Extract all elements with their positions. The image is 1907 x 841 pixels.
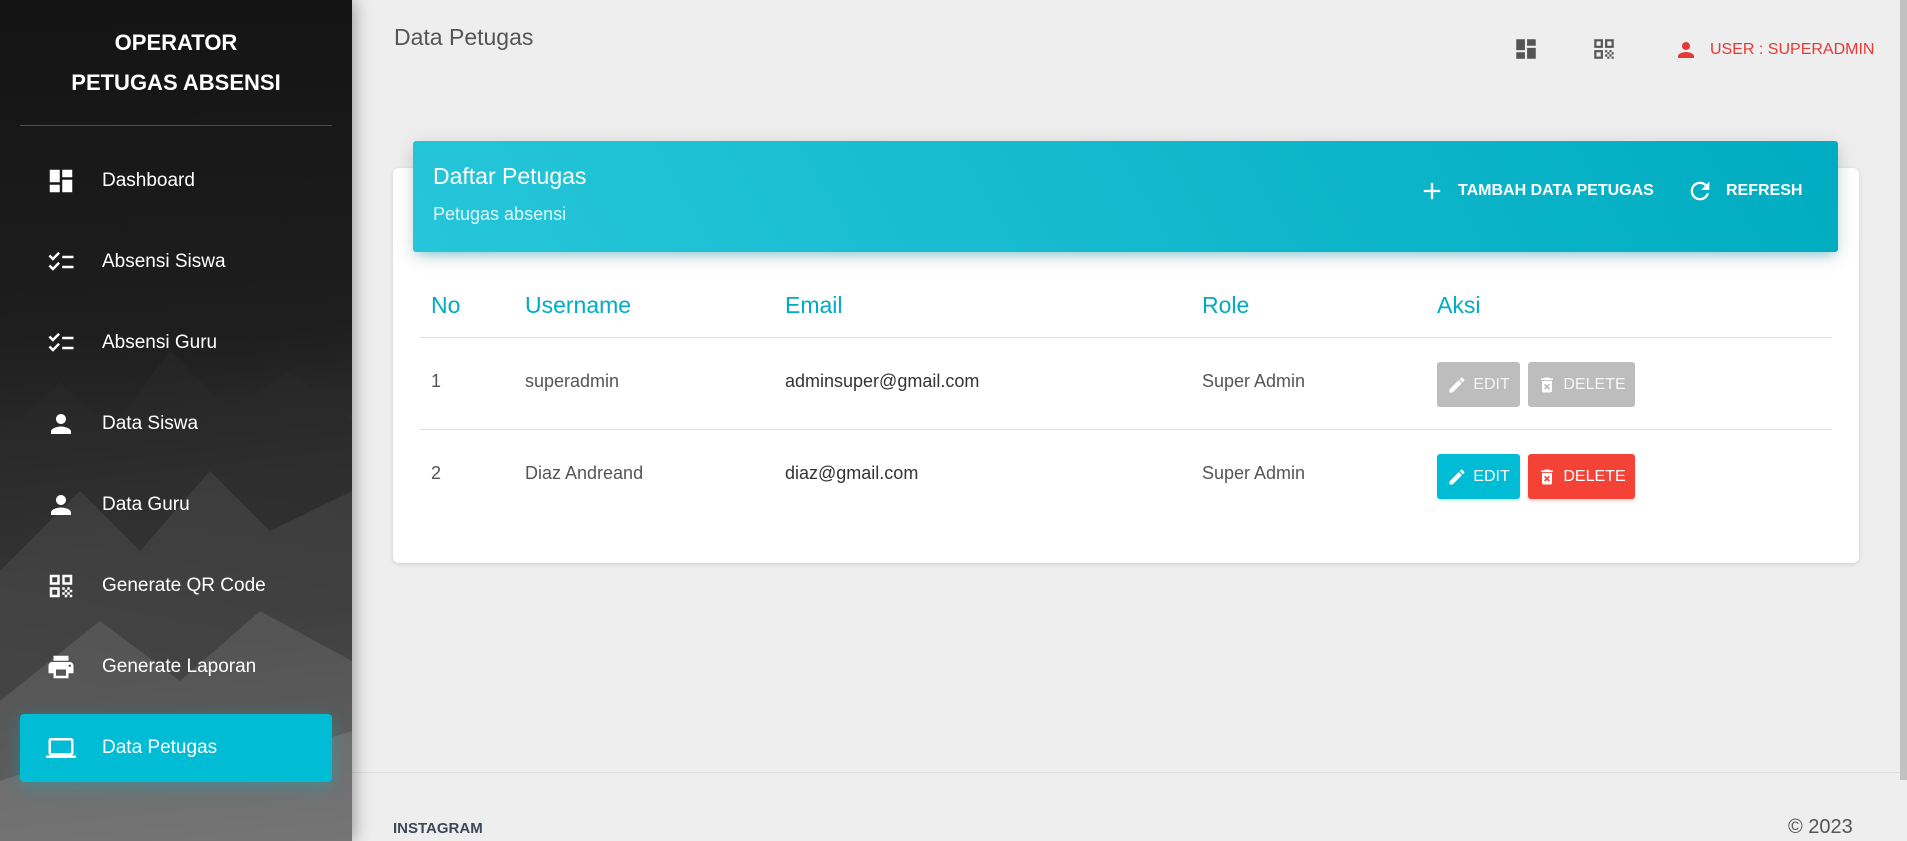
print-icon [45, 651, 77, 683]
person-icon [45, 408, 77, 440]
brand-line-2: PETUGAS ABSENSI [71, 69, 281, 95]
column-header-no: No [431, 292, 461, 318]
sidebar-item-label: Absensi Guru [102, 332, 218, 353]
table-row: 1 superadmin adminsuper@gmail.com Super … [420, 338, 1832, 430]
sidebar-item-absensi-guru[interactable]: Absensi Guru [20, 309, 332, 377]
petugas-table: No Username Email Role Aksi 1 superadmin… [420, 280, 1832, 522]
sidebar-item-label: Dashboard [102, 170, 195, 191]
edit-label: EDIT [1473, 467, 1510, 485]
column-header-username: Username [525, 292, 632, 318]
footer-instagram-link[interactable]: INSTAGRAM [393, 820, 483, 837]
sidebar-item-label: Generate QR Code [102, 575, 266, 596]
cell-no: 1 [431, 371, 442, 391]
table-header-row: No Username Email Role Aksi [420, 280, 1832, 338]
dashboard-icon[interactable] [1513, 36, 1539, 62]
card-title: Daftar Petugas [433, 163, 587, 189]
user-menu-link[interactable]: USER : SUPERADMIN [1674, 38, 1874, 62]
delete-label: DELETE [1563, 375, 1626, 393]
sidebar: OPERATOR PETUGAS ABSENSI Dashboard Absen… [0, 0, 352, 841]
sidebar-item-label: Data Petugas [102, 737, 218, 758]
column-header-aksi: Aksi [1437, 292, 1481, 318]
sidebar-item-label: Data Guru [102, 494, 190, 515]
checklist-icon [45, 246, 77, 278]
trash-icon [1541, 377, 1554, 392]
cell-username: superadmin [525, 371, 620, 391]
refresh-button[interactable]: REFRESH [1686, 177, 1802, 205]
sidebar-item-absensi-siswa[interactable]: Absensi Siswa [20, 228, 332, 296]
sidebar-item-label: Generate Laporan [102, 656, 257, 677]
column-header-role: Role [1202, 292, 1250, 318]
add-petugas-button[interactable]: TAMBAH DATA PETUGAS [1418, 177, 1654, 205]
edit-button[interactable]: EDIT [1437, 454, 1520, 499]
cell-username: Diaz Andreand [525, 463, 644, 483]
refresh-icon [1690, 181, 1710, 201]
column-header-email: Email [785, 292, 843, 318]
delete-button[interactable]: DELETE [1528, 362, 1635, 407]
sidebar-item-dashboard[interactable]: Dashboard [20, 147, 332, 215]
delete-label: DELETE [1563, 467, 1626, 485]
trash-icon [1541, 469, 1554, 484]
qr-code-icon [45, 570, 77, 602]
sidebar-item-data-petugas[interactable]: Data Petugas [20, 714, 332, 782]
laptop-icon [45, 732, 77, 764]
add-petugas-label: TAMBAH DATA PETUGAS [1458, 182, 1654, 199]
sidebar-nav: Dashboard Absensi Siswa Absensi Guru Dat… [20, 147, 332, 795]
delete-button[interactable]: DELETE [1528, 454, 1635, 499]
card-subtitle: Petugas absensi [433, 204, 567, 224]
cell-role: Super Admin [1202, 463, 1306, 483]
pencil-icon [1449, 376, 1465, 392]
pencil-icon [1449, 468, 1465, 484]
sidebar-item-generate-qr-code[interactable]: Generate QR Code [20, 552, 332, 620]
checklist-icon [45, 327, 77, 359]
page-scrollbar[interactable] [1900, 0, 1907, 780]
table-row: 2 Diaz Andreand diaz@gmail.com Super Adm… [420, 430, 1832, 522]
refresh-label: REFRESH [1726, 182, 1803, 199]
cell-role: Super Admin [1202, 371, 1306, 391]
page-title: Data Petugas [394, 24, 534, 50]
sidebar-item-generate-laporan[interactable]: Generate Laporan [20, 633, 332, 701]
dashboard-icon [45, 165, 77, 197]
edit-label: EDIT [1473, 375, 1510, 393]
sidebar-brand: OPERATOR PETUGAS ABSENSI [20, 0, 332, 126]
edit-button[interactable]: EDIT [1437, 362, 1520, 407]
person-icon [45, 489, 77, 521]
footer-copyright: © 2023 [1788, 816, 1853, 838]
sidebar-item-data-guru[interactable]: Data Guru [20, 471, 332, 539]
sidebar-item-label: Data Siswa [102, 413, 199, 434]
sidebar-item-data-siswa[interactable]: Data Siswa [20, 390, 332, 458]
sidebar-item-label: Absensi Siswa [102, 251, 226, 272]
person-icon [1678, 42, 1694, 58]
card-header: Daftar Petugas Petugas absensi TAMBAH DA… [413, 141, 1838, 252]
user-label: USER : SUPERADMIN [1710, 41, 1875, 58]
plus-icon [1423, 182, 1441, 200]
cell-email: adminsuper@gmail.com [785, 371, 980, 391]
cell-no: 2 [431, 463, 442, 483]
cell-email: diaz@gmail.com [785, 463, 919, 483]
footer-divider [352, 772, 1907, 773]
qr-code-icon[interactable] [1591, 36, 1617, 62]
brand-line-1: OPERATOR [114, 29, 238, 55]
